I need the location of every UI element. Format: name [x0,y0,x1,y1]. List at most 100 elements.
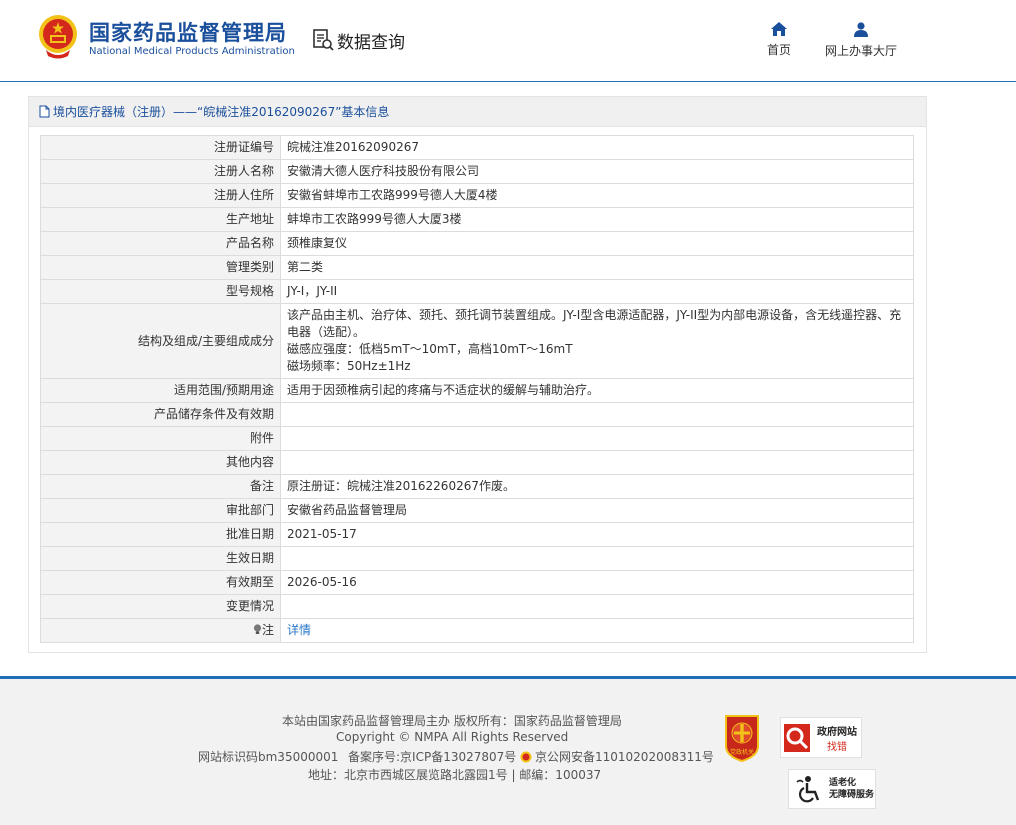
table-row: 注册人住所 安徽省蚌埠市工农路999号德人大厦4楼 [40,183,914,208]
details-link[interactable]: 详情 [287,623,311,637]
nav-online-hall-label: 网上办事大厅 [824,44,897,58]
field-label: 有效期至 [40,570,281,595]
value-line: 该产品由主机、治疗体、颈托、颈托调节装置组成。JY-I型含电源适配器，JY-II… [287,308,902,339]
error-badge-title: 政府网站 [817,725,857,738]
field-value [280,450,914,475]
table-row: 生产地址 蚌埠市工农路999号德人大厦3楼 [40,207,914,232]
field-label: 结构及组成/主要组成成分 [40,303,281,379]
table-row: 管理类别 第二类 [40,255,914,280]
aged-badge-line2: 无障碍服务 [829,790,875,800]
table-row: 适用范围/预期用途 适用于因颈椎病引起的疼痛与不适症状的缓解与辅助治疗。 [40,378,914,403]
table-row: 注 详情 [40,618,914,643]
user-icon [854,22,868,37]
field-value: 安徽清大德人医疗科技股份有限公司 [280,159,914,184]
footer-icp-link[interactable]: 备案序号:京ICP备13027807号 [348,748,516,765]
field-label: 注册人名称 [40,159,281,184]
detail-panel: 境内医疗器械（注册）——“皖械注准20162090267”基本信息 注册证编号 … [28,96,927,653]
document-icon [39,105,50,118]
footer-copyright: Copyright © NMPA All Rights Reserved [336,730,569,744]
table-row: 备注 原注册证：皖械注准20162260267作废。 [40,474,914,499]
field-value: 原注册证：皖械注准20162260267作废。 [280,474,914,499]
breadcrumb-text: 境内医疗器械（注册）——“皖械注准20162090267”基本信息 [53,105,390,119]
table-row: 产品储存条件及有效期 [40,402,914,427]
table-row: 生效日期 [40,546,914,571]
value-line: 磁场频率：50Hz±1Hz [287,359,411,373]
lightbulb-icon [253,624,262,634]
table-row: 注册人名称 安徽清大德人医疗科技股份有限公司 [40,159,914,184]
national-emblem-icon[interactable] [38,14,78,60]
field-label: 其他内容 [40,450,281,475]
table-row: 其他内容 [40,450,914,475]
data-query-link[interactable]: 数据查询 [312,27,405,53]
field-value: 适用于因颈椎病引起的疼痛与不适症状的缓解与辅助治疗。 [280,378,914,403]
field-label: 适用范围/预期用途 [40,378,281,403]
field-label: 批准日期 [40,522,281,547]
field-label: 注册人住所 [40,183,281,208]
party-badge-text: 党政机关 [730,748,754,756]
wheelchair-icon [796,776,820,803]
home-icon [771,22,787,36]
field-label: 备注 [40,474,281,499]
field-value: 安徽省药品监督管理局 [280,498,914,523]
table-row: 附件 [40,426,914,451]
field-value: 2021-05-17 [280,522,914,547]
field-label: 变更情况 [40,594,281,619]
aged-badge-line1: 适老化 [829,778,857,788]
field-label: 注册证编号 [40,135,281,160]
table-row: 型号规格 JY-I，JY-II [40,279,914,304]
info-table: 注册证编号 皖械注准20162090267 注册人名称 安徽清大德人医疗科技股份… [40,135,914,643]
footer-sponsor: 本站由国家药品监督管理局主办 版权所有：国家药品监督管理局 [282,714,622,728]
table-row: 注册证编号 皖械注准20162090267 [40,135,914,160]
field-label: 生产地址 [40,207,281,232]
field-value [280,546,914,571]
field-value: 安徽省蚌埠市工农路999号德人大厦4楼 [280,183,914,208]
field-label: 生效日期 [40,546,281,571]
footer-police-link[interactable]: 京公网安备11010202008311号 [520,748,714,765]
error-report-icon: 政府网站 找错 [784,724,857,753]
table-row: 有效期至 2026-05-16 [40,570,914,595]
field-value: 蚌埠市工农路999号德人大厦3楼 [280,207,914,232]
table-row: 批准日期 2021-05-17 [40,522,914,547]
error-badge-sub: 找错 [827,740,847,753]
table-row: 审批部门 安徽省药品监督管理局 [40,498,914,523]
site-title: 国家药品监督管理局 [89,21,287,45]
party-government-badge[interactable]: 党政机关 [722,714,762,763]
value-line: 磁感应强度：低档5mT～10mT，高档10mT～16mT [287,342,573,356]
field-label: 管理类别 [40,255,281,280]
data-query-label: 数据查询 [337,32,405,53]
field-label: 附件 [40,426,281,451]
site-header: 国家药品监督管理局 National Medical Products Admi… [0,0,1016,82]
field-value: 第二类 [280,255,914,280]
nav-home-label: 首页 [766,43,791,57]
site-title-en: National Medical Products Administration [89,46,295,57]
table-row: 变更情况 [40,594,914,619]
field-value-multiline: 该产品由主机、治疗体、颈托、颈托调节装置组成。JY-I型含电源适配器，JY-II… [280,303,914,379]
nav-home[interactable]: 首页 [766,22,792,58]
field-label: 产品储存条件及有效期 [40,402,281,427]
field-value: 详情 [280,618,914,643]
table-row: 结构及组成/主要组成成分 该产品由主机、治疗体、颈托、颈托调节装置组成。JY-I… [40,303,914,379]
note-label: 注 [261,623,274,637]
accessibility-badge-text: 适老化 无障碍服务 [829,777,874,801]
police-emblem-icon [520,751,532,762]
field-value: 颈椎康复仪 [280,231,914,256]
breadcrumb: 境内医疗器械（注册）——“皖械注准20162090267”基本信息 [29,97,926,127]
field-value: JY-I，JY-II [280,279,914,304]
footer-site-id: 网站标识码bm35000001 [198,750,339,764]
field-label: 产品名称 [40,231,281,256]
footer-police-text: 京公网安备11010202008311号 [535,750,714,764]
data-query-icon [313,29,334,51]
field-label-note: 注 [40,618,281,643]
accessibility-badge[interactable]: 适老化 无障碍服务 [788,769,876,809]
field-value [280,426,914,451]
field-value [280,594,914,619]
field-value [280,402,914,427]
field-value: 皖械注准20162090267 [280,135,914,160]
field-value: 2026-05-16 [280,570,914,595]
field-label: 型号规格 [40,279,281,304]
party-government-emblem-icon: 党政机关 [725,715,759,763]
gov-site-error-badge[interactable]: 政府网站 找错 [780,717,862,758]
nav-online-hall[interactable]: 网上办事大厅 [822,22,900,59]
table-row: 产品名称 颈椎康复仪 [40,231,914,256]
footer-address: 地址：北京市西城区展览路北露园1号 | 邮编：100037 [308,768,602,782]
